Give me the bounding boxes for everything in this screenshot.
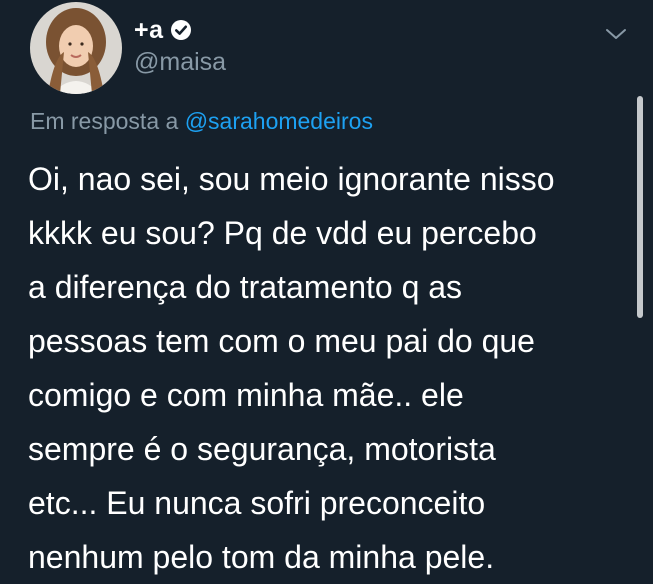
avatar-image [30, 2, 122, 94]
tweet-text-line: sempre é o segurança, motorista [28, 431, 496, 467]
user-handle[interactable]: @maisa [134, 48, 226, 77]
tweet: +a @maisa Em resposta a @sarahomedeiros … [0, 0, 653, 576]
avatar[interactable] [30, 2, 122, 94]
reply-context: Em resposta a @sarahomedeiros [30, 108, 373, 135]
display-name[interactable]: +a [134, 16, 164, 45]
tweet-text-line: kkkk eu sou? Pq de vdd eu percebo [28, 215, 537, 251]
reply-prefix: Em resposta a [30, 108, 179, 134]
chevron-down-icon[interactable] [604, 24, 628, 44]
verified-badge-icon [170, 19, 192, 41]
display-name-row[interactable]: +a [134, 14, 192, 46]
tweet-text-line: pessoas tem com o meu pai do que [28, 323, 535, 359]
tweet-text-line: comigo e com minha mãe.. ele [28, 377, 464, 413]
scrollbar[interactable] [637, 96, 643, 318]
tweet-text-line: a diferença do tratamento q as [28, 269, 463, 305]
tweet-text-line: etc... Eu nunca sofri preconceito [28, 485, 486, 521]
tweet-text: Oi, nao sei, sou meio ignorante nisso kk… [28, 152, 618, 584]
reply-mention-link[interactable]: @sarahomedeiros [185, 108, 373, 134]
tweet-text-line: Oi, nao sei, sou meio ignorante nisso [28, 161, 555, 197]
